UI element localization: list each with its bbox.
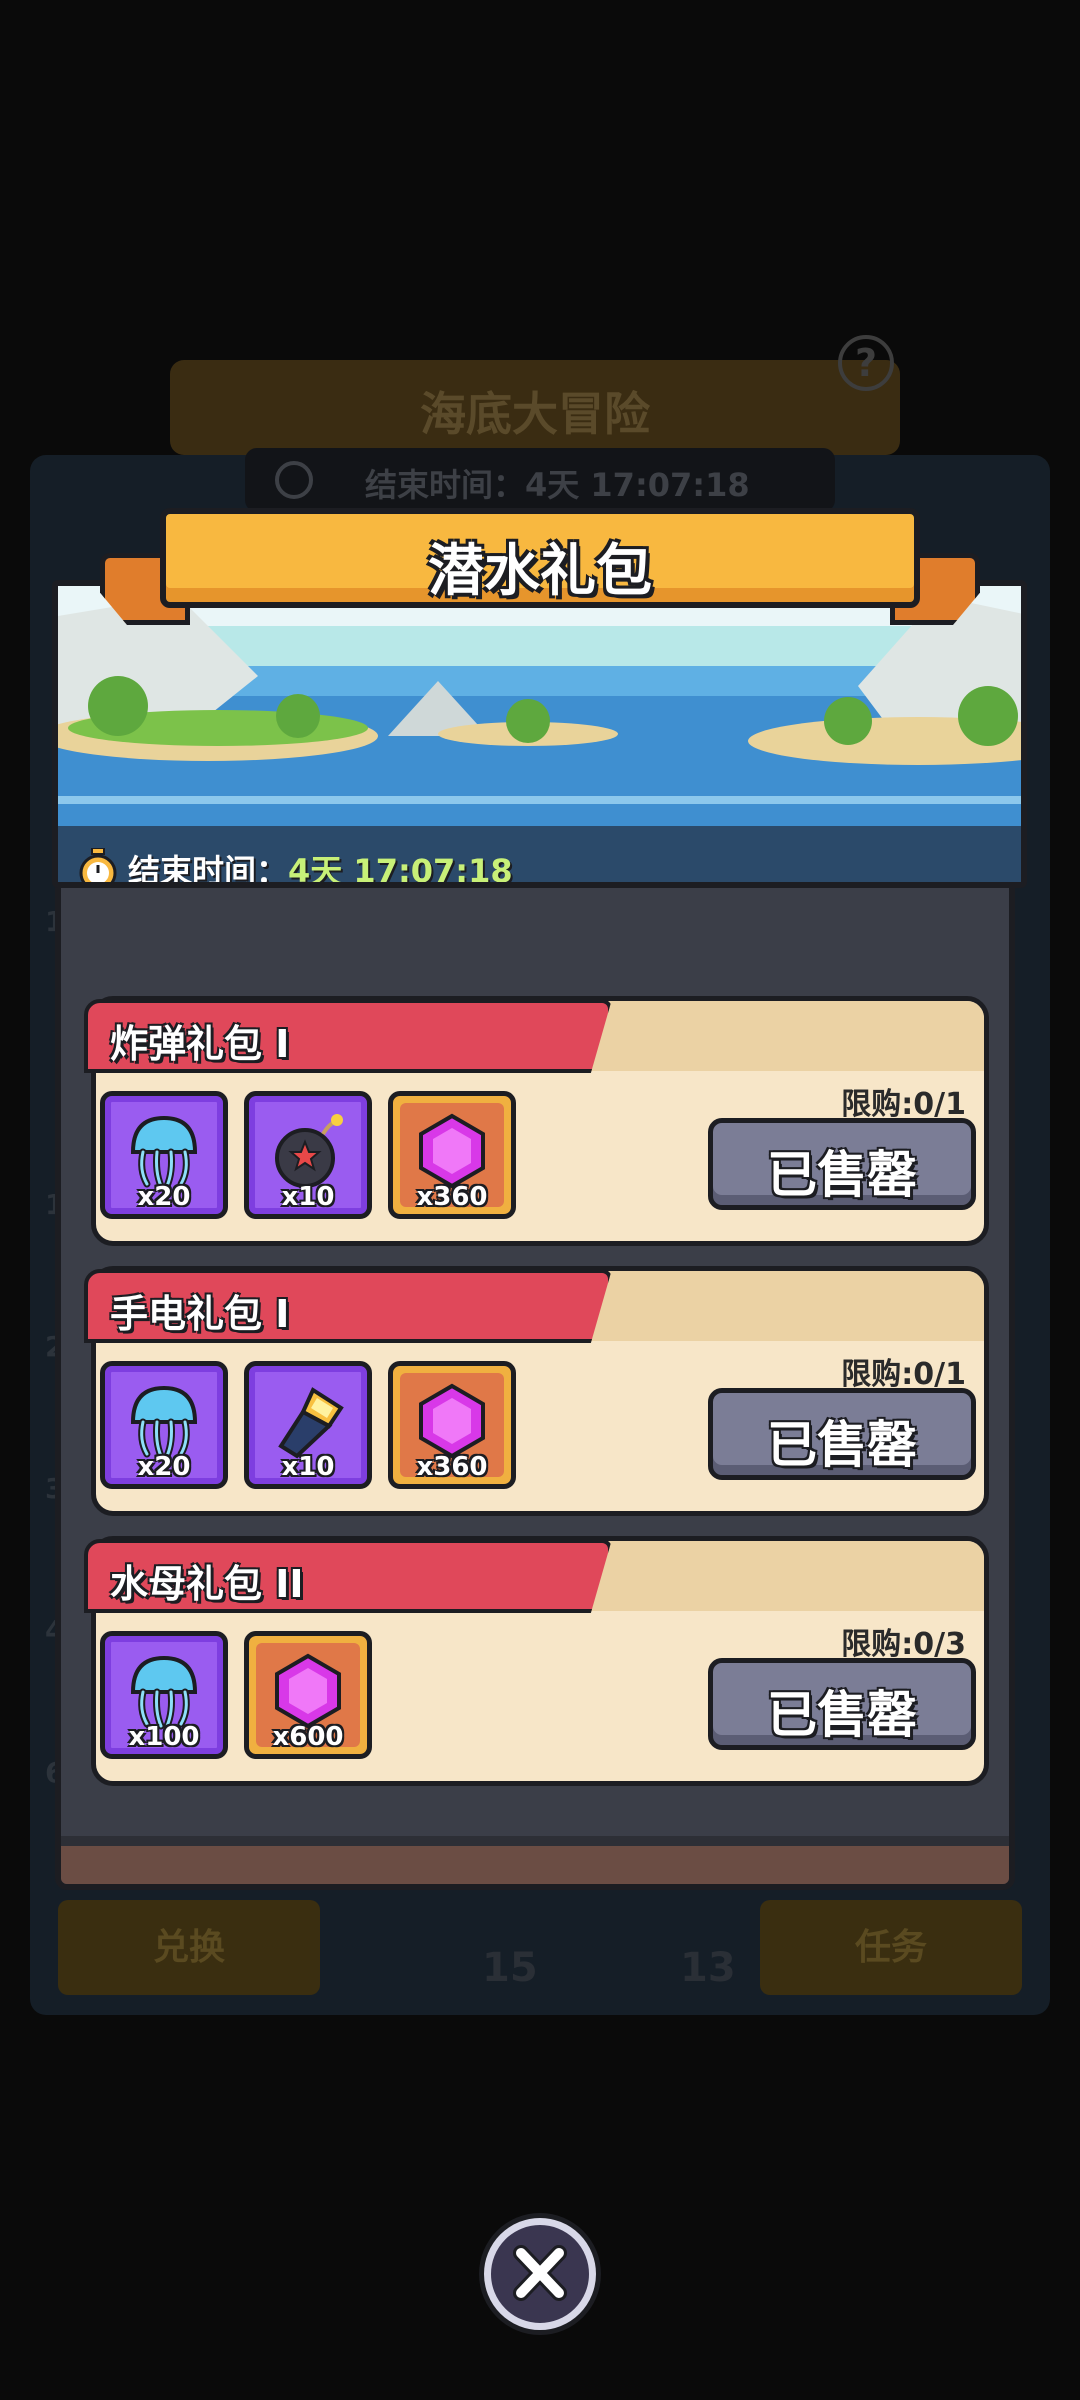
pack-card: 炸弹礼包 I 限购:0/1 x20 x10 x360 已售罄 <box>84 996 989 1246</box>
banner-main: 潜水礼包 <box>160 508 920 608</box>
sold-out-button[interactable]: 已售罄 <box>708 1388 976 1480</box>
sold-out-button[interactable]: 已售罄 <box>708 1658 976 1750</box>
modal-bottom-shade <box>61 1836 1009 1846</box>
pack-title: 炸弹礼包 I <box>110 1022 290 1066</box>
background-timer-text: 结束时间：4天 17:07:18 <box>365 466 750 504</box>
ocean-scene-banner: 结束时间：4天 17:07:18 <box>52 580 1027 888</box>
item-quantity: x100 <box>128 1722 200 1752</box>
ocean-scene-image <box>58 586 1021 882</box>
item-quantity: x10 <box>281 1182 335 1212</box>
end-time-label: 结束时间： <box>128 852 289 888</box>
close-button[interactable] <box>484 2218 596 2330</box>
sold-out-label: 已售罄 <box>767 1146 917 1204</box>
item-slot[interactable]: x20 <box>100 1361 228 1489</box>
purchase-limit: 限购:0/3 <box>841 1627 966 1662</box>
sold-out-button[interactable]: 已售罄 <box>708 1118 976 1210</box>
exchange-button: 兑换 <box>58 1900 320 1995</box>
pack-card: 手电礼包 I 限购:0/1 x20 x10 x360 已售罄 <box>84 1266 989 1516</box>
background-timer: 结束时间：4天 17:07:18 <box>245 448 835 512</box>
item-quantity: x20 <box>137 1182 191 1212</box>
close-icon <box>513 2245 567 2301</box>
background-title: 海底大冒险 <box>420 387 650 441</box>
item-slot[interactable]: x360 <box>388 1091 516 1219</box>
help-icon: ? <box>838 335 894 391</box>
background-count-a: 15 <box>482 1945 538 1991</box>
item-quantity: x360 <box>416 1452 488 1482</box>
card-ribbon: 手电礼包 I <box>84 1269 612 1343</box>
popup-title: 潜水礼包 <box>428 539 652 604</box>
pack-title: 水母礼包 II <box>110 1562 304 1606</box>
end-time-value: 4天 17:07:18 <box>288 852 513 888</box>
background-count-b: 13 <box>680 1945 736 1991</box>
stopwatch-icon <box>275 461 313 499</box>
card-ribbon: 炸弹礼包 I <box>84 999 612 1073</box>
item-slot[interactable]: x10 <box>244 1361 372 1489</box>
purchase-limit: 限购:0/1 <box>841 1087 966 1122</box>
background-title-banner: 海底大冒险 <box>170 360 900 455</box>
item-quantity: x360 <box>416 1182 488 1212</box>
stopwatch-icon <box>79 848 117 882</box>
item-slot[interactable]: x10 <box>244 1091 372 1219</box>
pack-title: 手电礼包 I <box>110 1292 290 1336</box>
pack-card: 水母礼包 II 限购:0/3 x100 x600 已售罄 <box>84 1536 989 1786</box>
item-quantity: x20 <box>137 1452 191 1482</box>
modal-bottom-bar <box>61 1846 1009 1884</box>
end-time: 结束时间：4天 17:07:18 <box>128 846 513 888</box>
sold-out-label: 已售罄 <box>767 1416 917 1474</box>
popup-title-banner: 潜水礼包 <box>100 508 980 625</box>
item-quantity: x600 <box>272 1722 344 1752</box>
card-ribbon: 水母礼包 II <box>84 1539 612 1613</box>
item-slot[interactable]: x600 <box>244 1631 372 1759</box>
tasks-button: 任务 <box>760 1900 1022 1995</box>
sold-out-label: 已售罄 <box>767 1686 917 1744</box>
item-slot[interactable]: x360 <box>388 1361 516 1489</box>
item-slot[interactable]: x100 <box>100 1631 228 1759</box>
purchase-limit: 限购:0/1 <box>841 1357 966 1392</box>
item-quantity: x10 <box>281 1452 335 1482</box>
item-slot[interactable]: x20 <box>100 1091 228 1219</box>
